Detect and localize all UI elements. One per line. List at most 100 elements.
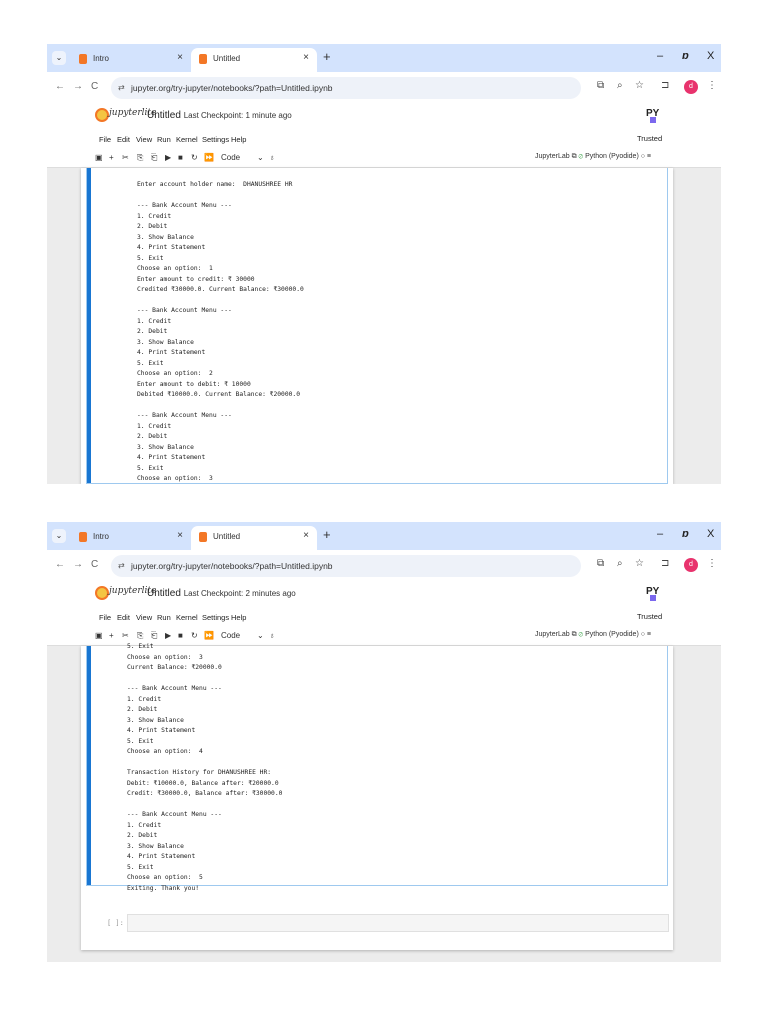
code-cell-output[interactable]: 5. Exit Choose an option: 3 Current Bala… [86,643,668,892]
paste-icon[interactable]: ⎗ [151,631,157,641]
back-icon[interactable]: ← [55,559,65,570]
tab-search-icon[interactable]: ⌄ [52,51,66,65]
close-icon[interactable]: × [303,52,309,63]
save-icon[interactable]: ▣ [95,153,103,162]
tab-intro[interactable]: Intro × [71,526,191,550]
trusted-indicator[interactable]: Trusted [637,134,662,143]
checkpoint-status: Last Checkpoint: 2 minutes ago [183,589,296,598]
tab-untitled[interactable]: Untitled × [191,48,317,72]
notebook-title[interactable]: Untitled [147,588,181,599]
menu-edit[interactable]: Edit [117,613,130,622]
jupyterlab-link[interactable]: JupyterLab [535,631,570,638]
url-field[interactable]: ⇄ jupyter.org/try-jupyter/notebooks/?pat… [111,555,581,577]
bookmark-star-icon[interactable]: ☆ [635,558,644,569]
active-cell-indicator [87,168,91,483]
chevron-down-icon[interactable]: ⌄ [257,631,264,640]
menu-run[interactable]: Run [157,135,171,144]
menu-settings[interactable]: Settings [202,613,229,622]
window-close-icon[interactable]: X [707,528,714,540]
close-icon[interactable]: × [177,530,183,541]
extensions-icon[interactable]: ⊐ [661,558,669,569]
reload-icon[interactable]: C [91,559,98,570]
menu-file[interactable]: File [99,135,111,144]
debugger-icon[interactable]: ♁ [269,153,275,162]
maximize-icon[interactable]: ɒ [682,528,689,540]
more-menu-icon[interactable]: ⋮ [707,80,717,91]
menu-settings[interactable]: Settings [202,135,229,144]
jupyter-favicon-icon [199,532,207,542]
stop-icon[interactable]: ■ [178,631,183,640]
kernel-info: JupyterLab ⧉ ⊘ Python (Pyodide) ○ ≡ [535,631,651,639]
minimize-icon[interactable]: – [657,528,663,540]
menu-kernel[interactable]: Kernel [176,135,198,144]
restart-run-all-icon[interactable]: ⏩ [204,631,214,640]
tab-intro[interactable]: Intro × [71,48,191,72]
screenshot-2: ⌄ Intro × Untitled × + – ɒ X ← → C ⇄ jup… [47,522,721,962]
debugger-icon[interactable]: ♁ [269,631,275,640]
install-app-icon[interactable]: ⧉ [597,558,604,569]
forward-icon[interactable]: → [73,81,83,92]
cut-icon[interactable]: ✂ [122,153,129,162]
menu-help[interactable]: Help [231,135,246,144]
maximize-icon[interactable]: ɒ [682,50,689,62]
menu-help[interactable]: Help [231,613,246,622]
cell-input[interactable] [127,914,669,932]
reload-icon[interactable]: C [91,81,98,92]
window-close-icon[interactable]: X [707,50,714,62]
tab-search-icon[interactable]: ⌄ [52,529,66,543]
add-cell-icon[interactable]: + [109,153,114,162]
extensions-icon[interactable]: ⊐ [661,80,669,91]
add-cell-icon[interactable]: + [109,631,114,640]
tab-intro-label: Intro [93,54,110,63]
avatar[interactable]: d [684,80,698,94]
bookmark-star-icon[interactable]: ☆ [635,80,644,91]
kernel-name[interactable]: Python (Pyodide) [585,153,639,160]
back-icon[interactable]: ← [55,81,65,92]
empty-code-cell[interactable]: [ ]: [99,914,669,932]
jupyterlite-logo-icon [95,586,109,600]
copy-icon[interactable]: ⎘ [137,631,143,641]
install-app-icon[interactable]: ⧉ [597,80,604,91]
copy-icon[interactable]: ⎘ [137,153,143,163]
new-tab-icon[interactable]: + [323,527,331,542]
restart-icon[interactable]: ↻ [191,153,198,162]
cut-icon[interactable]: ✂ [122,631,129,640]
url-field[interactable]: ⇄ jupyter.org/try-jupyter/notebooks/?pat… [111,77,581,99]
code-cell-output[interactable]: Enter account holder name: DHANUSHREE HR… [86,168,668,484]
site-settings-icon[interactable]: ⇄ [118,555,125,577]
kernel-info: JupyterLab ⧉ ⊘ Python (Pyodide) ○ ≡ [535,153,651,161]
menu-edit[interactable]: Edit [117,135,130,144]
menu-kernel[interactable]: Kernel [176,613,198,622]
menu-run[interactable]: Run [157,613,171,622]
stop-icon[interactable]: ■ [178,153,183,162]
site-settings-icon[interactable]: ⇄ [118,77,125,99]
menu-view[interactable]: View [136,613,152,622]
run-icon[interactable]: ▶ [165,153,171,162]
new-tab-icon[interactable]: + [323,49,331,64]
close-icon[interactable]: × [177,52,183,63]
zoom-icon[interactable]: ⌕ [617,558,623,569]
trusted-indicator[interactable]: Trusted [637,612,662,621]
cell-type-select[interactable]: Code [221,153,240,162]
save-icon[interactable]: ▣ [95,631,103,640]
hamburger-menu-icon[interactable]: ≡ [647,631,651,638]
close-icon[interactable]: × [303,530,309,541]
minimize-icon[interactable]: – [657,50,663,62]
kernel-name[interactable]: Python (Pyodide) [585,631,639,638]
menu-view[interactable]: View [136,135,152,144]
run-icon[interactable]: ▶ [165,631,171,640]
chevron-down-icon[interactable]: ⌄ [257,153,264,162]
tab-untitled[interactable]: Untitled × [191,526,317,550]
hamburger-menu-icon[interactable]: ≡ [647,153,651,160]
paste-icon[interactable]: ⎗ [151,153,157,163]
avatar[interactable]: d [684,558,698,572]
menu-file[interactable]: File [99,613,111,622]
jupyterlab-link[interactable]: JupyterLab [535,153,570,160]
forward-icon[interactable]: → [73,559,83,570]
restart-run-all-icon[interactable]: ⏩ [204,153,214,162]
more-menu-icon[interactable]: ⋮ [707,558,717,569]
restart-icon[interactable]: ↻ [191,631,198,640]
zoom-icon[interactable]: ⌕ [617,80,623,91]
notebook-title[interactable]: Untitled [147,110,181,121]
cell-type-select[interactable]: Code [221,631,240,640]
